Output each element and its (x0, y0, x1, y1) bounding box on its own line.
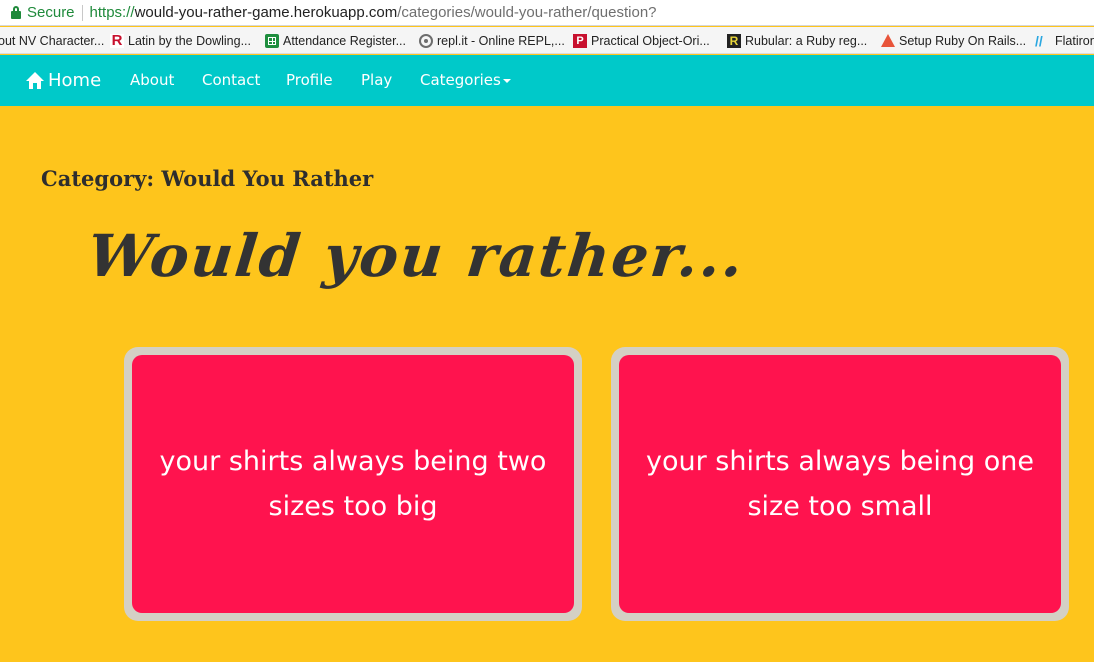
rubular-icon: R (727, 33, 741, 48)
navbar: Home About Contact Profile Play Categori… (0, 55, 1094, 106)
option-one-button[interactable]: your shirts always being two sizes too b… (132, 355, 574, 613)
sheets-icon (265, 33, 279, 48)
rutgers-r-icon: R (110, 31, 124, 49)
address-bar[interactable]: Secure https://would-you-rather-game.her… (0, 0, 1094, 26)
nav-contact[interactable]: Contact (202, 55, 260, 106)
bookmark-rubular[interactable]: R Rubular: a Ruby reg... (727, 32, 867, 49)
bookmark-label: repl.it - Online REPL,... (437, 33, 565, 48)
secure-label: Secure (27, 4, 75, 21)
repl-icon (419, 33, 433, 48)
home-icon (26, 72, 44, 89)
url-path: /categories/would-you-rather/question? (397, 4, 657, 21)
bookmark-label: Setup Ruby On Rails... (899, 33, 1027, 48)
lock-icon (11, 6, 21, 19)
url-scheme: https:// (89, 4, 135, 21)
bookmark-label: Attendance Register... (283, 33, 406, 48)
nav-categories-dropdown[interactable]: Categories (420, 55, 511, 106)
bookmark-rails[interactable]: Setup Ruby On Rails... (881, 32, 1026, 49)
bookmark-label: Practical Object-Ori... (591, 33, 710, 48)
bookmark-attendance[interactable]: Attendance Register... (265, 32, 406, 49)
category-title: Category: Would You Rather (41, 166, 374, 191)
nav-profile[interactable]: Profile (286, 55, 333, 106)
url-host: would-you-rather-game.herokuapp.com (134, 4, 398, 21)
nav-about[interactable]: About (130, 55, 174, 106)
nav-play[interactable]: Play (361, 55, 392, 106)
divider (81, 4, 83, 21)
bookmark-practical-object[interactable]: P Practical Object-Ori... (573, 32, 710, 49)
nav-home[interactable]: Home (26, 55, 101, 106)
bookmark-label: Rubular: a Ruby reg... (745, 33, 868, 48)
would-you-rather-heading: Would you rather... (84, 222, 749, 290)
bookmark-repl[interactable]: repl.it - Online REPL,... (419, 32, 565, 49)
option-card-frame: your shirts always being two sizes too b… (124, 347, 582, 621)
bookmark-label: Flatiron (1055, 33, 1094, 48)
caret-down-icon (502, 78, 511, 83)
bookmark-latin[interactable]: R Latin by the Dowling... (110, 32, 251, 49)
bookmark-label: out NV Character... (0, 33, 105, 48)
rails-icon (881, 34, 895, 47)
nav-categories-label: Categories (420, 71, 501, 89)
bookmark-label: Latin by the Dowling... (128, 33, 251, 48)
option-card-frame: your shirts always being one size too sm… (611, 347, 1069, 621)
option-two-button[interactable]: your shirts always being one size too sm… (619, 355, 1061, 613)
bookmark-nv-character[interactable]: out NV Character... (0, 32, 104, 49)
bookmark-flatiron[interactable]: // Flatiron (1035, 32, 1094, 49)
flatiron-icon: // (1035, 32, 1043, 49)
p-icon: P (573, 33, 587, 48)
nav-home-label: Home (48, 70, 102, 91)
bookmarks-bar: out NV Character... R Latin by the Dowli… (0, 27, 1094, 54)
